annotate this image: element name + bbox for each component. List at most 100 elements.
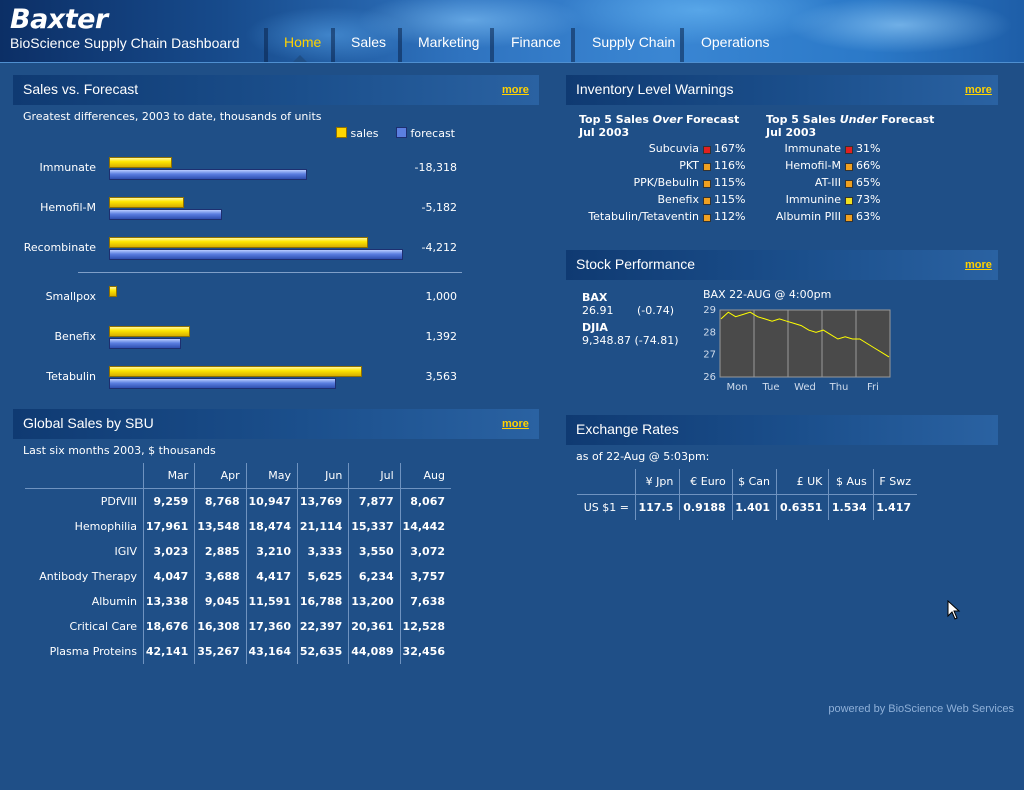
column-header: Jun [296, 463, 349, 489]
nav-separator [680, 28, 684, 62]
table-cell: 0.9188 [679, 494, 733, 520]
sales-bar[interactable] [109, 197, 184, 208]
over-heading-pre: Top 5 Sales [579, 113, 653, 126]
table-cell: 0.6351 [775, 494, 829, 520]
exchange-row-usd: US $1 = 117.5 0.9188 1.401 0.6351 1.534 … [577, 494, 917, 520]
table-row: Critical Care 18,676 16,308 17,360 22,397 20,… [25, 614, 451, 639]
table-cell: 3,333 [296, 539, 349, 564]
forecast-bar[interactable] [109, 249, 403, 260]
column-header: Jul [348, 463, 401, 489]
table-cell: 3,023 [142, 539, 195, 564]
difference-value: -5,182 [421, 201, 457, 214]
status-square-icon [845, 163, 853, 171]
under-heading-post: Forecast [877, 113, 935, 126]
table-cell: 44,089 [348, 639, 401, 664]
inventory-title: Inventory Level Warnings [576, 81, 734, 97]
sales-bar[interactable] [109, 326, 190, 337]
stock-y-tick: 27 [703, 350, 716, 361]
table-cell: 117.5 [634, 494, 680, 520]
bax-label: BAX [582, 291, 608, 304]
table-cell: 6,234 [348, 564, 401, 589]
forecast-bar[interactable] [109, 209, 222, 220]
table-cell: 13,548 [194, 514, 247, 539]
category-label: Hemofil-M [40, 201, 96, 214]
table-cell: 9,045 [194, 589, 247, 614]
inventory-more-link[interactable]: more [965, 84, 992, 96]
table-cell: 18,474 [245, 514, 298, 539]
over-heading-month: Jul 2003 [579, 126, 630, 139]
row-label: IGIV [114, 545, 137, 558]
row-label: US $1 = [583, 501, 629, 514]
column-header: May [245, 463, 298, 489]
table-cell: 5,625 [296, 564, 349, 589]
sales-bar[interactable] [109, 286, 117, 297]
table-cell: 52,635 [296, 639, 349, 664]
difference-value: 1,000 [425, 290, 458, 303]
over-forecast-heading: Top 5 Sales Over Forecast Jul 2003 [579, 113, 739, 139]
table-cell: 42,141 [142, 639, 195, 664]
sales-forecast-chart: Immunate -18,318 Hemofil-M -5,182 Recombinat… [0, 0, 540, 400]
stock-x-tick: Wed [794, 382, 816, 393]
exchange-header: Exchange Rates [566, 415, 998, 445]
row-label: Albumin [91, 595, 137, 608]
stock-more-link[interactable]: more [965, 259, 992, 271]
sales-bar[interactable] [109, 237, 368, 248]
table-cell: 1.401 [731, 494, 777, 520]
stock-x-tick: Thu [829, 382, 849, 393]
stock-y-tick: 26 [703, 372, 716, 383]
table-cell: 3,688 [194, 564, 247, 589]
inventory-item-percent: 66% [856, 159, 881, 172]
under-heading-pre: Top 5 Sales [766, 113, 840, 126]
table-cell: 9,259 [142, 488, 195, 514]
exchange-table: ¥ Jpn € Euro $ Can £ UK $ Aus F Swz US $… [577, 469, 917, 520]
global-sales-table: Mar Apr May Jun Jul Aug PDfVIII 9,259 8,76… [25, 463, 451, 664]
exchange-subtitle: as of 22-Aug @ 5:03pm: [576, 450, 710, 463]
category-label: Recombinate [23, 241, 96, 254]
table-cell: 3,757 [399, 564, 451, 589]
column-header: ¥ Jpn [634, 469, 680, 495]
stock-plot-area [719, 309, 891, 378]
inventory-item-name: Immunine [785, 193, 841, 206]
sales-bar[interactable] [109, 366, 363, 377]
difference-value: -4,212 [421, 241, 457, 254]
column-header-blank [25, 463, 144, 489]
mouse-cursor-icon [947, 600, 961, 620]
sales-bar[interactable] [109, 157, 173, 168]
table-cell: 4,417 [245, 564, 298, 589]
column-header: Mar [142, 463, 195, 489]
over-heading-post: Forecast [682, 113, 740, 126]
table-cell: 8,768 [194, 488, 247, 514]
column-header: $ Can [731, 469, 777, 495]
stock-x-tick: Mon [726, 382, 747, 393]
table-cell: 17,961 [142, 514, 195, 539]
nav-supply-chain[interactable]: Supply Chain [592, 34, 675, 50]
row-label: Hemophilia [74, 520, 137, 533]
column-header: $ Aus [828, 469, 874, 495]
difference-value: -18,318 [414, 161, 457, 174]
category-label: Smallpox [45, 290, 96, 303]
row-label: PDfVIII [100, 495, 137, 508]
global-sales-more-link[interactable]: more [502, 418, 529, 430]
status-square-icon [845, 214, 853, 222]
nav-operations[interactable]: Operations [701, 34, 769, 50]
table-cell: 1.417 [872, 494, 917, 520]
table-cell: 11,591 [245, 589, 298, 614]
table-cell: 8,067 [399, 488, 451, 514]
djia-value: 9,348.87 (-74.81) [582, 334, 679, 347]
under-heading-month: Jul 2003 [766, 126, 817, 139]
status-square-icon [845, 180, 853, 188]
category-label: Immunate [39, 161, 96, 174]
table-row: Albumin 13,338 9,045 11,591 16,788 13,200 7,63… [25, 589, 451, 614]
stock-chart: Mon Tue Wed Thu Fri 29 28 27 26 [703, 305, 891, 393]
category-label: Benefix [54, 330, 97, 343]
forecast-bar[interactable] [109, 169, 307, 180]
table-cell: 32,456 [399, 639, 451, 664]
bax-change: (-0.74) [637, 304, 675, 317]
powered-by-text: powered by BioScience Web Services [828, 703, 1014, 715]
forecast-bar[interactable] [109, 378, 336, 389]
forecast-bar[interactable] [109, 338, 182, 349]
inventory-item-name: Immunate [784, 142, 841, 155]
chart-divider [78, 272, 462, 273]
over-heading-em: Over [652, 113, 683, 126]
inventory-item-name: Albumin PIII [775, 210, 841, 223]
